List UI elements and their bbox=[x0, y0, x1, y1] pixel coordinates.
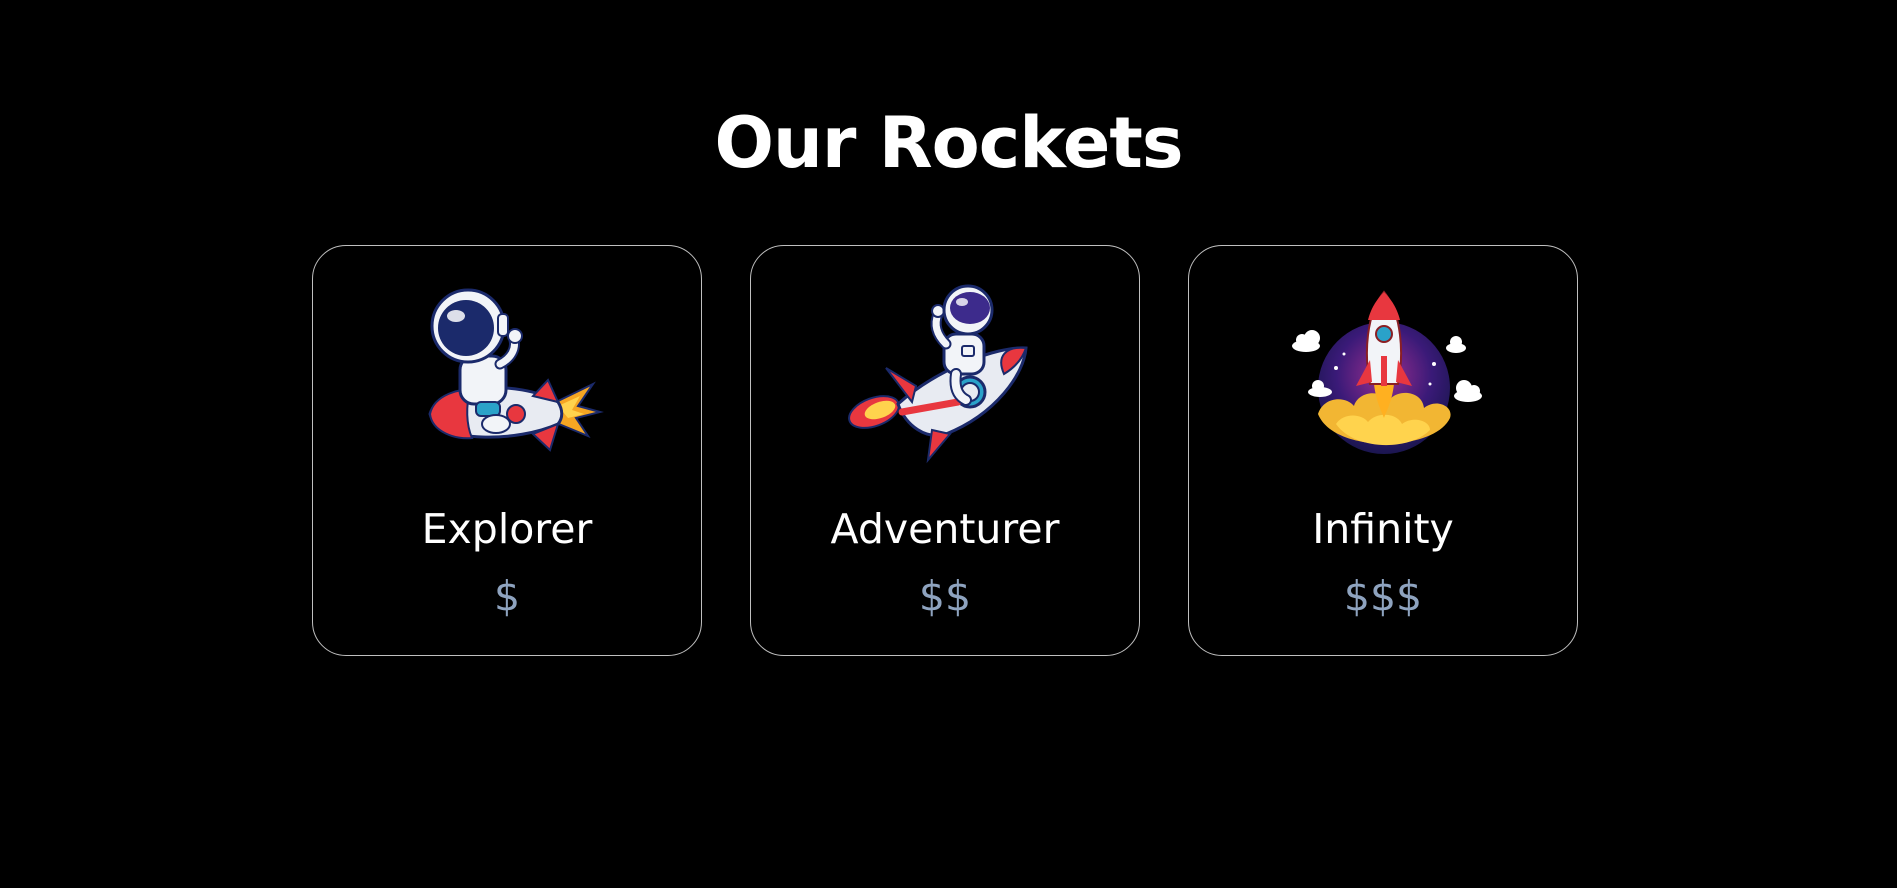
rocket-price: $$ bbox=[918, 572, 972, 620]
page-title: Our Rockets bbox=[714, 102, 1184, 184]
astronaut-riding-rocket-icon bbox=[428, 288, 604, 452]
rocket-card-explorer[interactable]: Explorer $ bbox=[312, 245, 702, 656]
rockets-page: Our Rockets Explorer $ Adventurer $$ Inf… bbox=[0, 0, 1897, 888]
rocket-card-adventurer[interactable]: Adventurer $$ bbox=[750, 245, 1140, 656]
rocket-card-list: Explorer $ Adventurer $$ Infinity $$$ bbox=[312, 245, 1578, 656]
rocket-name: Adventurer bbox=[830, 505, 1060, 553]
rocket-price: $$$ bbox=[1343, 572, 1423, 620]
astronaut-flying-rocket-icon bbox=[848, 284, 1028, 464]
rocket-price: $ bbox=[493, 572, 521, 620]
rocket-name: Explorer bbox=[421, 505, 593, 553]
rocket-launch-icon bbox=[1292, 290, 1482, 454]
rocket-card-infinity[interactable]: Infinity $$$ bbox=[1188, 245, 1578, 656]
rocket-name: Infinity bbox=[1312, 505, 1454, 553]
